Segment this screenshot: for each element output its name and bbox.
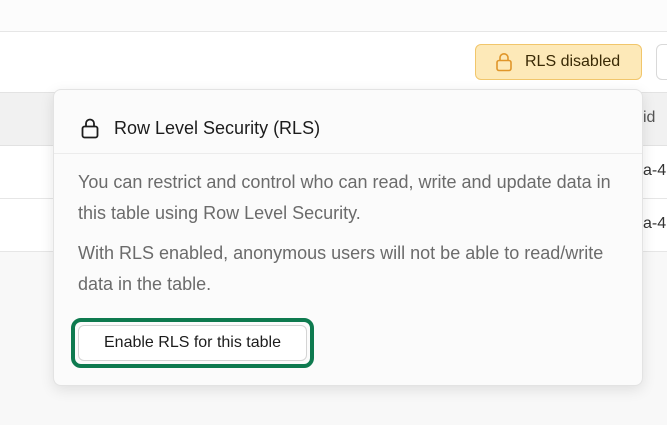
rls-button-label: RLS disabled: [525, 53, 621, 70]
popover-title: Row Level Security (RLS): [114, 117, 321, 138]
table-toolbar: RLS disabled: [0, 32, 667, 93]
popover-header: Row Level Security (RLS): [79, 117, 320, 139]
popover-description: You can restrict and control who can rea…: [78, 172, 611, 223]
popover-divider: [54, 153, 642, 154]
table-cell-id[interactable]: a-4: [643, 162, 666, 180]
toolbar-overflow-button[interactable]: [656, 44, 667, 80]
rls-popover: Row Level Security (RLS) You can restric…: [53, 89, 643, 386]
top-bar: [0, 0, 667, 32]
rls-disabled-button[interactable]: RLS disabled: [475, 44, 642, 80]
table-editor-view: RLS disabled id a-4 a-4 Row Level Securi…: [0, 0, 667, 425]
lock-icon: [494, 52, 514, 72]
lock-icon: [79, 117, 101, 139]
column-header-id[interactable]: id: [643, 109, 655, 127]
enable-rls-button[interactable]: Enable RLS for this table: [78, 325, 307, 361]
table-cell-id[interactable]: a-4: [643, 215, 666, 233]
popover-warning-text: With RLS enabled, anonymous users will n…: [78, 243, 604, 294]
